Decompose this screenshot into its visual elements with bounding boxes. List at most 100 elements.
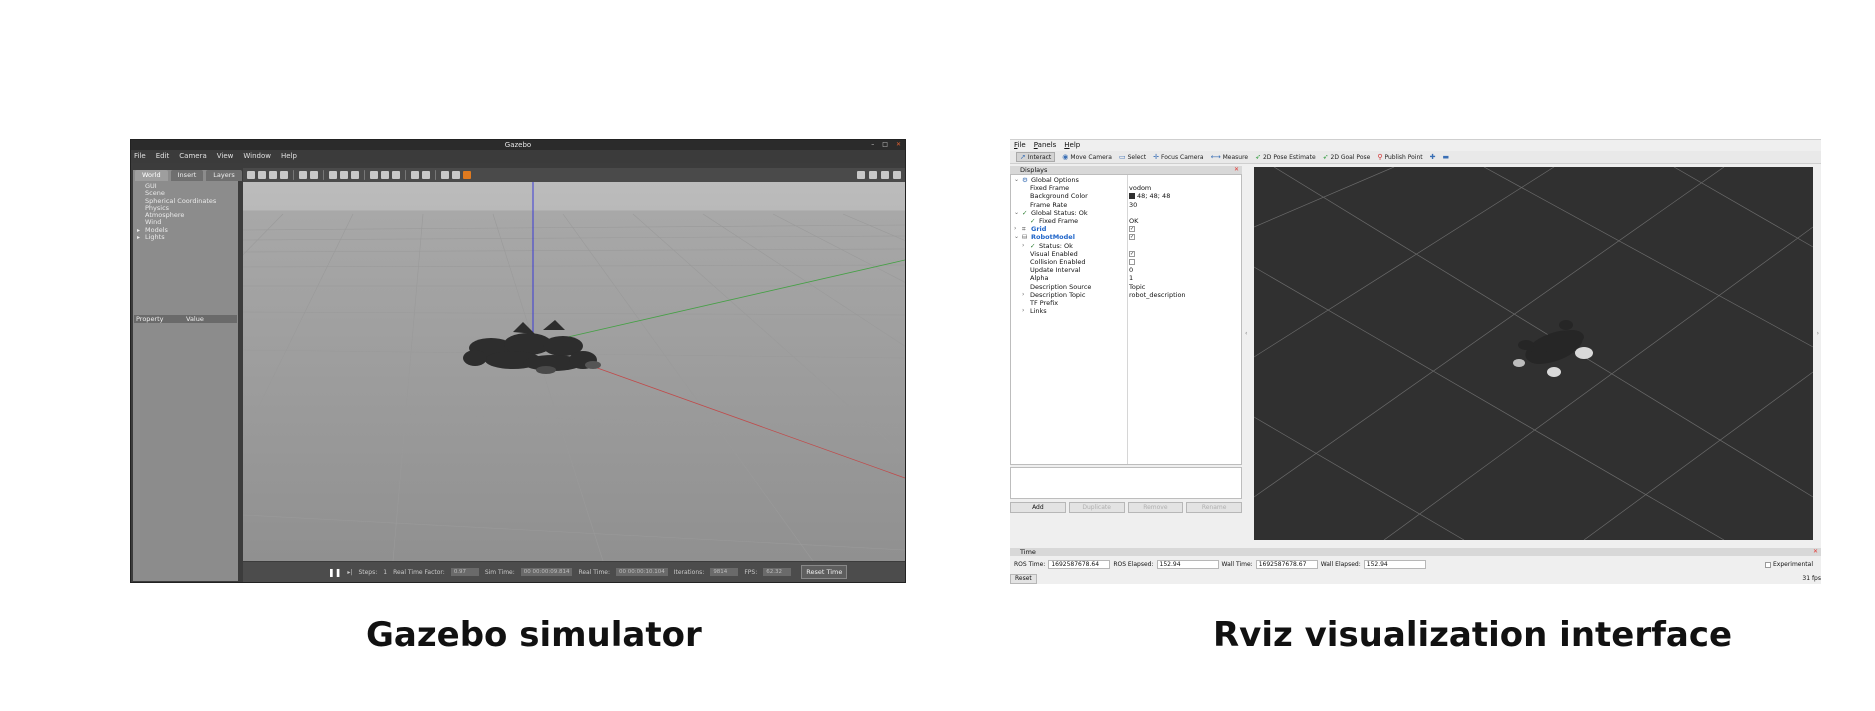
- tree-row-value[interactable]: 0: [1129, 266, 1133, 274]
- tree-row[interactable]: TF Prefix: [1011, 299, 1241, 307]
- add-tool-button[interactable]: ✚: [1430, 153, 1436, 161]
- undo-icon[interactable]: [299, 171, 307, 179]
- experimental-toggle[interactable]: Experimental: [1764, 559, 1813, 570]
- tree-row[interactable]: Update Interval 0: [1011, 266, 1241, 274]
- ros-time-field[interactable]: 1692587678.64: [1048, 560, 1111, 569]
- translate-icon[interactable]: [258, 171, 266, 179]
- directional-light-icon[interactable]: [392, 171, 400, 179]
- tab-world[interactable]: World: [135, 170, 168, 181]
- reset-button[interactable]: Reset: [1010, 574, 1037, 584]
- tree-row[interactable]: Background Color 48; 48; 48: [1011, 192, 1241, 200]
- rotate-icon[interactable]: [269, 171, 277, 179]
- tree-row[interactable]: ⌄ ⚙ Global Options: [1011, 176, 1241, 184]
- tree-row-value[interactable]: vodom: [1129, 184, 1151, 192]
- tree-row[interactable]: › ✓ Status: Ok: [1011, 242, 1241, 250]
- box-shape-icon[interactable]: [329, 171, 337, 179]
- copy-icon[interactable]: [411, 171, 419, 179]
- screenshot-icon[interactable]: [857, 171, 865, 179]
- wall-time-field[interactable]: 1692587678.67: [1255, 560, 1318, 569]
- tree-row[interactable]: › Links: [1011, 307, 1241, 315]
- robot-model-rviz[interactable]: [1513, 320, 1593, 377]
- tree-row-value[interactable]: Topic: [1129, 283, 1145, 291]
- tree-row-checkbox[interactable]: ✓: [1129, 226, 1135, 233]
- chevron-right-icon[interactable]: ›: [1022, 242, 1024, 250]
- tree-row[interactable]: Frame Rate 30: [1011, 201, 1241, 209]
- collapse-right-icon[interactable]: ›: [1817, 330, 1819, 337]
- minimize-icon[interactable]: –: [871, 140, 874, 150]
- cylinder-shape-icon[interactable]: [351, 171, 359, 179]
- menu-file[interactable]: File: [1014, 140, 1026, 151]
- gazebo-3d-viewport[interactable]: [243, 170, 905, 561]
- step-icon[interactable]: ▸|: [347, 569, 352, 576]
- robot-model-gazebo[interactable]: [463, 320, 601, 374]
- remove-button[interactable]: Remove: [1127, 502, 1184, 513]
- tree-row-value[interactable]: 1: [1129, 274, 1133, 282]
- steps-value[interactable]: 1: [383, 569, 387, 576]
- tree-row[interactable]: ⌄ ⛁ RobotModel ✓: [1011, 233, 1241, 241]
- tree-row-value[interactable]: 30: [1129, 201, 1137, 209]
- chevron-right-icon[interactable]: ›: [1014, 225, 1016, 233]
- tree-row-checkbox[interactable]: ✓: [1129, 234, 1135, 241]
- chevron-down-icon[interactable]: ⌄: [1014, 176, 1019, 184]
- interact-tool[interactable]: ➚ Interact: [1016, 152, 1056, 162]
- collapse-left-icon[interactable]: ‹: [1245, 330, 1247, 337]
- menu-file[interactable]: File: [134, 150, 146, 163]
- tree-row-value[interactable]: OK: [1129, 217, 1138, 225]
- menu-view[interactable]: View: [217, 150, 234, 163]
- menu-help[interactable]: Help: [1064, 140, 1080, 151]
- menu-camera[interactable]: Camera: [179, 150, 206, 163]
- point-light-icon[interactable]: [370, 171, 378, 179]
- chevron-down-icon[interactable]: ⌄: [1014, 209, 1019, 217]
- tree-row[interactable]: Fixed Frame vodom: [1011, 184, 1241, 192]
- rviz-3d-viewport[interactable]: [1254, 167, 1813, 540]
- log-icon[interactable]: [869, 171, 877, 179]
- redo-icon[interactable]: [310, 171, 318, 179]
- remove-tool-button[interactable]: ▬: [1443, 153, 1450, 161]
- plot-icon[interactable]: [881, 171, 889, 179]
- close-icon[interactable]: ✕: [896, 140, 901, 150]
- chevron-right-icon[interactable]: ›: [1022, 307, 1024, 315]
- publish-point-tool[interactable]: ⚲ Publish Point: [1377, 153, 1422, 161]
- tree-row-value[interactable]: robot_description: [1129, 291, 1186, 299]
- tree-item-lights[interactable]: Lights: [137, 233, 216, 241]
- goal-pose-tool[interactable]: ➶ 2D Goal Pose: [1323, 153, 1371, 161]
- change-view-icon[interactable]: [463, 171, 471, 179]
- pose-estimate-tool[interactable]: ➶ 2D Pose Estimate: [1255, 153, 1316, 161]
- align-icon[interactable]: [441, 171, 449, 179]
- menu-edit[interactable]: Edit: [156, 150, 170, 163]
- wall-elapsed-field[interactable]: 152.94: [1363, 560, 1426, 569]
- tree-row[interactable]: ✓ Fixed Frame OK: [1011, 217, 1241, 225]
- close-panel-icon[interactable]: ✕: [1234, 166, 1239, 174]
- tree-row[interactable]: › ⌗ Grid ✓: [1011, 225, 1241, 233]
- chevron-down-icon[interactable]: ⌄: [1014, 233, 1019, 241]
- pause-icon[interactable]: ❚❚: [328, 568, 341, 577]
- tree-row-value[interactable]: 48; 48; 48: [1129, 192, 1170, 200]
- chevron-right-icon[interactable]: ›: [1022, 291, 1024, 299]
- scale-icon[interactable]: [280, 171, 288, 179]
- video-record-icon[interactable]: [893, 171, 901, 179]
- tree-row-checkbox[interactable]: ✓: [1129, 250, 1135, 257]
- ros-elapsed-field[interactable]: 152.94: [1156, 560, 1219, 569]
- close-time-panel-icon[interactable]: ✕: [1813, 548, 1818, 556]
- experimental-checkbox[interactable]: [1764, 561, 1771, 568]
- measure-tool[interactable]: ⟷ Measure: [1211, 153, 1249, 161]
- tree-row-checkbox[interactable]: [1129, 259, 1135, 265]
- focus-camera-tool[interactable]: ✛ Focus Camera: [1153, 153, 1203, 161]
- menu-help[interactable]: Help: [281, 150, 297, 163]
- tree-row[interactable]: Visual Enabled ✓: [1011, 250, 1241, 258]
- rename-button[interactable]: Rename: [1186, 502, 1242, 513]
- paste-icon[interactable]: [422, 171, 430, 179]
- reset-time-button[interactable]: Reset Time: [801, 565, 848, 579]
- add-button[interactable]: Add: [1010, 502, 1066, 513]
- tree-row[interactable]: › Description Topic robot_description: [1011, 291, 1241, 299]
- tree-row[interactable]: ⌄ ✓ Global Status: Ok: [1011, 209, 1241, 217]
- tree-row[interactable]: Description Source Topic: [1011, 283, 1241, 291]
- maximize-icon[interactable]: □: [882, 140, 888, 150]
- move-camera-tool[interactable]: ◉ Move Camera: [1062, 153, 1112, 161]
- tab-insert[interactable]: Insert: [170, 170, 204, 181]
- tree-row[interactable]: Collision Enabled: [1011, 258, 1241, 266]
- select-arrow-icon[interactable]: [247, 171, 255, 179]
- menu-window[interactable]: Window: [243, 150, 271, 163]
- menu-panels[interactable]: Panels: [1034, 140, 1057, 151]
- spot-light-icon[interactable]: [381, 171, 389, 179]
